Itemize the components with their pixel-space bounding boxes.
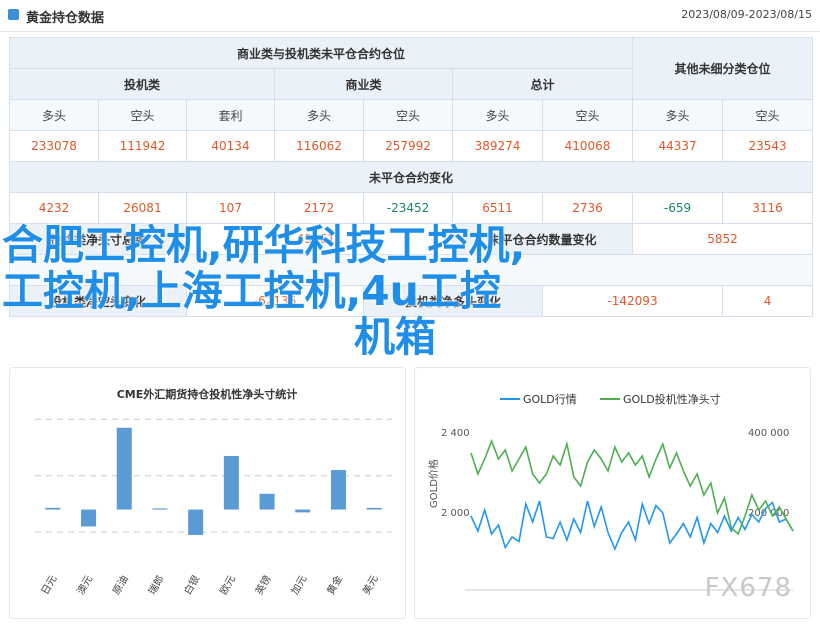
net-change-value: 5852 (632, 223, 814, 255)
column-header: 套利 (186, 99, 275, 131)
table-cell: 4232 (9, 192, 99, 224)
changes-row: 4232 26081 107 2172 -23452 6511 2736 -65… (9, 192, 814, 224)
spacer-row (8, 254, 814, 286)
subgroup-total: 总计 (451, 68, 634, 100)
table-cell: 111942 (98, 130, 187, 162)
bar[interactable] (116, 427, 132, 510)
table-cell: 2172 (274, 192, 364, 224)
legend-price[interactable]: GOLD行情 (523, 393, 577, 406)
panel-header: 黄金持仓数据 2023/08/09-2023/08/15 (0, 0, 820, 32)
tick-label: 原油 (110, 573, 131, 597)
table-cell: 389274 (452, 130, 543, 162)
bar[interactable] (45, 507, 61, 510)
series-line[interactable] (470, 500, 794, 552)
tick-label: 日元 (40, 574, 60, 597)
tick-label: 白银 (181, 573, 202, 597)
bar[interactable] (295, 509, 311, 513)
tick-label: 加元 (289, 574, 309, 597)
column-header: 空头 (541, 99, 634, 131)
last-mid-value: -142093 (541, 285, 724, 317)
table-cell: 3116 (722, 192, 814, 224)
last-label: 投机类净空头变化 (9, 285, 187, 317)
net-label: 投机类净头寸总数 (9, 223, 187, 255)
watermark: FX678 (704, 573, 792, 603)
bar[interactable] (152, 508, 168, 510)
bar[interactable] (188, 509, 204, 535)
net-change-label: 未平仓合约数量变化 (451, 223, 634, 255)
positions-table: 商业类与投机类未平仓合约仓位 其他未细分类仓位 投机类 商业类 总计 多头 空头… (8, 37, 814, 317)
tick-label: 瑞郎 (145, 573, 166, 597)
group-header-right: 其他未细分类仓位 (632, 37, 814, 100)
overlay-line: 机箱 (354, 313, 436, 361)
group-header-top: 商业类与投机类未平仓合约仓位 (8, 37, 634, 69)
y-tick-left: 2 400 (441, 428, 470, 439)
bar[interactable] (330, 470, 346, 510)
last-mid-label: 投机类净多头变化 (363, 285, 543, 317)
date-range: 2023/08/09-2023/08/15 (681, 8, 812, 21)
table-cell: 23543 (722, 130, 814, 162)
column-header: 空头 (722, 99, 814, 131)
table-cell: 410068 (541, 130, 634, 162)
table-cell: 40134 (186, 130, 275, 162)
tick-label: 黄金 (324, 573, 345, 597)
table-cell: 116062 (274, 130, 364, 162)
column-header: 多头 (632, 99, 724, 131)
y-tick-left: 2 000 (441, 508, 470, 519)
table-cell: 44337 (632, 130, 724, 162)
column-header: 多头 (9, 99, 99, 131)
y-tick-right: 400 000 (748, 428, 789, 439)
bar[interactable] (81, 509, 97, 527)
subgroup-commercial: 商业类 (274, 68, 453, 100)
changes-title: 未平仓合约变化 (8, 161, 814, 193)
bar[interactable] (366, 507, 382, 510)
tick-label: 英镑 (252, 573, 273, 597)
title-marker-icon (8, 9, 19, 20)
chart-title: CME外汇期货持仓投机性净头寸统计 (117, 387, 298, 401)
page-title: 黄金持仓数据 (26, 11, 105, 26)
positions-row: 233078 111942 40134 116062 257992 389274… (9, 130, 814, 162)
tick-label: 欧元 (218, 574, 238, 597)
table-cell: 233078 (9, 130, 99, 162)
table-cell: 26081 (98, 192, 187, 224)
table-cell: 107 (186, 192, 275, 224)
page: 黄金持仓数据 2023/08/09-2023/08/15 商业类与投机类未平仓合… (0, 0, 820, 627)
cme-chart-panel: CME外汇期货持仓投机性净头寸统计 日元 澳元 原油 瑞郎 白银 欧元 英镑 加元 黄金 美元 (9, 367, 406, 619)
cme-bar-chart: CME外汇期货持仓投机性净头寸统计 日元 澳元 原油 瑞郎 白银 欧元 英镑 加元 黄金 美元 (35, 387, 392, 597)
table-cell: -659 (632, 192, 724, 224)
subgroup-speculative: 投机类 (9, 68, 275, 100)
table-cell: -23452 (363, 192, 453, 224)
tick-label: 美元 (359, 573, 380, 597)
column-header: 多头 (452, 99, 543, 131)
table-cell: 257992 (363, 130, 453, 162)
column-header: 空头 (363, 99, 453, 131)
legend-net[interactable]: GOLD投机性净头寸 (623, 392, 721, 406)
table-cell: 2736 (541, 192, 634, 224)
table-cell: 6511 (452, 192, 543, 224)
last-right-value: 4 (722, 285, 814, 317)
net-value: 433611 (186, 223, 453, 255)
column-header: 空头 (98, 99, 187, 131)
y-axis-label: GOLD价格 (427, 459, 440, 508)
column-header: 多头 (274, 99, 364, 131)
bar[interactable] (223, 455, 239, 510)
tick-label: 澳元 (74, 573, 95, 597)
last-value: -62136 (186, 285, 364, 317)
series-line[interactable] (470, 438, 794, 536)
bar[interactable] (259, 493, 275, 510)
column-header-row: 多头 空头 套利 多头 空头 多头 空头 多头 空头 (9, 99, 814, 131)
